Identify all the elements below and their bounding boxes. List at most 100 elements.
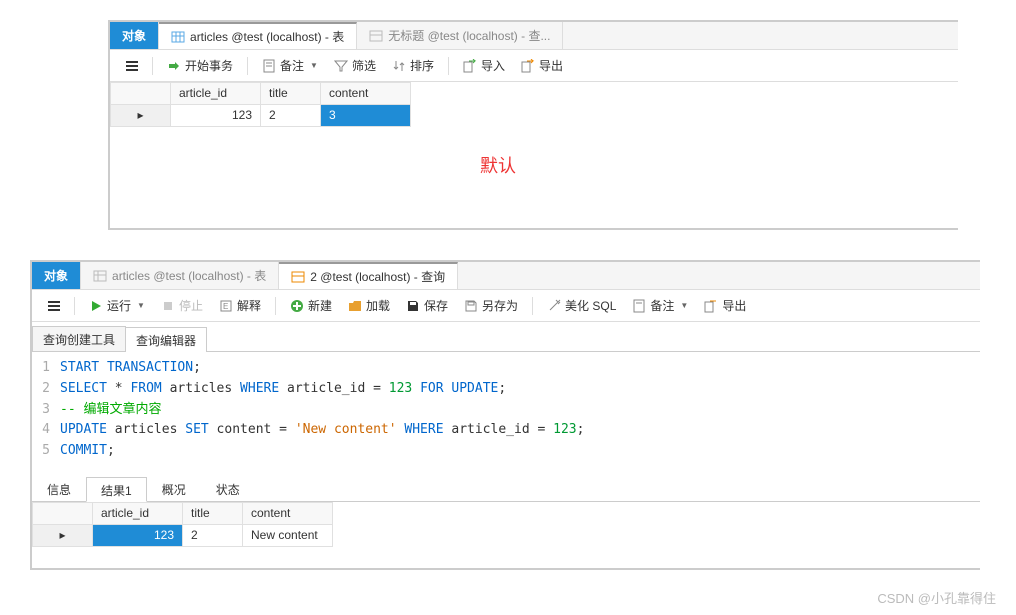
- line-number: 1: [32, 358, 60, 379]
- col-header-article-id[interactable]: article_id: [93, 502, 183, 524]
- menu-button[interactable]: [40, 296, 66, 316]
- result-tabs: 信息 结果1 概况 状态: [32, 476, 980, 502]
- query-icon: [369, 29, 383, 43]
- tab-profile[interactable]: 概况: [147, 476, 201, 501]
- tab-status[interactable]: 状态: [201, 476, 255, 501]
- menu-icon: [46, 299, 60, 313]
- tab-info[interactable]: 信息: [32, 476, 86, 501]
- line-number: 3: [32, 400, 60, 421]
- button-label: 新建: [308, 297, 332, 314]
- export-button[interactable]: 导出: [698, 294, 752, 317]
- button-label: 备注: [280, 57, 304, 74]
- separator: [247, 57, 248, 75]
- memo-button[interactable]: 备注 ▼: [256, 54, 324, 77]
- save-button[interactable]: 保存: [400, 294, 454, 317]
- row-handle[interactable]: ▸: [33, 524, 93, 546]
- separator: [275, 297, 276, 315]
- tab-objects[interactable]: 对象: [32, 262, 81, 289]
- result-grid: article_id title content ▸ 123 2 New con…: [32, 502, 333, 547]
- tab-articles-table[interactable]: articles @test (localhost) - 表: [81, 262, 279, 289]
- tab-articles-table[interactable]: articles @test (localhost) - 表: [159, 22, 357, 49]
- tab-query-editor[interactable]: 查询编辑器: [125, 327, 207, 352]
- tab-untitled-query[interactable]: 无标题 @test (localhost) - 查...: [357, 22, 563, 49]
- button-label: 备注: [650, 297, 674, 314]
- saveas-button[interactable]: 另存为: [458, 294, 524, 317]
- line-number: 5: [32, 441, 60, 462]
- cell-title[interactable]: 2: [261, 105, 321, 127]
- new-button[interactable]: 新建: [284, 294, 338, 317]
- grid-header-row: article_id title content: [111, 83, 411, 105]
- col-header-title[interactable]: title: [183, 502, 243, 524]
- button-label: 排序: [410, 57, 434, 74]
- col-header-content[interactable]: content: [243, 502, 333, 524]
- sort-icon: [392, 59, 406, 73]
- row-handle-header: [33, 502, 93, 524]
- tab-bar: 对象 articles @test (localhost) - 表 无标题 @t…: [110, 22, 958, 50]
- toolbar: 运行 ▼ 停止 E 解释 新建 加载: [32, 290, 980, 322]
- cell-article-id[interactable]: 123: [171, 105, 261, 127]
- saveas-icon: [464, 299, 478, 313]
- begin-transaction-button[interactable]: 开始事务: [161, 54, 239, 77]
- row-handle-header: [111, 83, 171, 105]
- export-icon: [521, 59, 535, 73]
- menu-button[interactable]: [118, 56, 144, 76]
- stop-icon: [161, 299, 175, 313]
- tab-label: articles @test (localhost) - 表: [112, 267, 266, 284]
- button-label: 导入: [481, 57, 505, 74]
- filter-icon: [334, 59, 348, 73]
- row-handle[interactable]: ▸: [111, 105, 171, 127]
- button-label: 导出: [539, 57, 563, 74]
- save-icon: [406, 299, 420, 313]
- col-header-title[interactable]: title: [261, 83, 321, 105]
- tab-label: 对象: [44, 267, 68, 284]
- line-number: 2: [32, 379, 60, 400]
- menu-icon: [124, 59, 138, 73]
- tab-query-2[interactable]: 2 @test (localhost) - 查询: [279, 262, 458, 289]
- cell-content[interactable]: New content: [243, 524, 333, 546]
- cell-content[interactable]: 3: [321, 105, 411, 127]
- tab-result1[interactable]: 结果1: [86, 477, 147, 502]
- beautify-button[interactable]: 美化 SQL: [541, 294, 622, 317]
- svg-text:E: E: [223, 302, 228, 311]
- tab-label: 对象: [122, 27, 146, 44]
- transaction-icon: [167, 59, 181, 73]
- chevron-down-icon: ▼: [137, 301, 145, 310]
- query-icon: [291, 270, 305, 284]
- separator: [448, 57, 449, 75]
- grid-header-row: article_id title content: [33, 502, 333, 524]
- button-label: 加载: [366, 297, 390, 314]
- export-button[interactable]: 导出: [515, 54, 569, 77]
- sql-editor[interactable]: 1START TRANSACTION; 2SELECT * FROM artic…: [32, 352, 980, 468]
- import-icon: [463, 59, 477, 73]
- line-number: 4: [32, 420, 60, 441]
- load-button[interactable]: 加载: [342, 294, 396, 317]
- table-row[interactable]: ▸ 123 2 New content: [33, 524, 333, 546]
- stop-button[interactable]: 停止: [155, 294, 209, 317]
- import-button[interactable]: 导入: [457, 54, 511, 77]
- table-icon: [171, 30, 185, 44]
- watermark: CSDN @小孔靠得住: [877, 588, 996, 607]
- filter-button[interactable]: 筛选: [328, 54, 382, 77]
- explain-button[interactable]: E 解释: [213, 294, 267, 317]
- separator: [74, 297, 75, 315]
- button-label: 导出: [722, 297, 746, 314]
- explain-icon: E: [219, 299, 233, 313]
- sort-button[interactable]: 排序: [386, 54, 440, 77]
- tab-query-builder[interactable]: 查询创建工具: [32, 326, 126, 351]
- new-icon: [290, 299, 304, 313]
- button-label: 保存: [424, 297, 448, 314]
- export-icon: [704, 299, 718, 313]
- run-button[interactable]: 运行 ▼: [83, 294, 151, 317]
- button-label: 筛选: [352, 57, 376, 74]
- cell-article-id[interactable]: 123: [93, 524, 183, 546]
- col-header-content[interactable]: content: [321, 83, 411, 105]
- col-header-article-id[interactable]: article_id: [171, 83, 261, 105]
- memo-button[interactable]: 备注 ▼: [626, 294, 694, 317]
- button-label: 停止: [179, 297, 203, 314]
- tab-label: 2 @test (localhost) - 查询: [310, 268, 445, 285]
- toolbar: 开始事务 备注 ▼ 筛选 排序 导入: [110, 50, 958, 82]
- separator: [152, 57, 153, 75]
- tab-objects[interactable]: 对象: [110, 22, 159, 49]
- cell-title[interactable]: 2: [183, 524, 243, 546]
- table-row[interactable]: ▸ 123 2 3: [111, 105, 411, 127]
